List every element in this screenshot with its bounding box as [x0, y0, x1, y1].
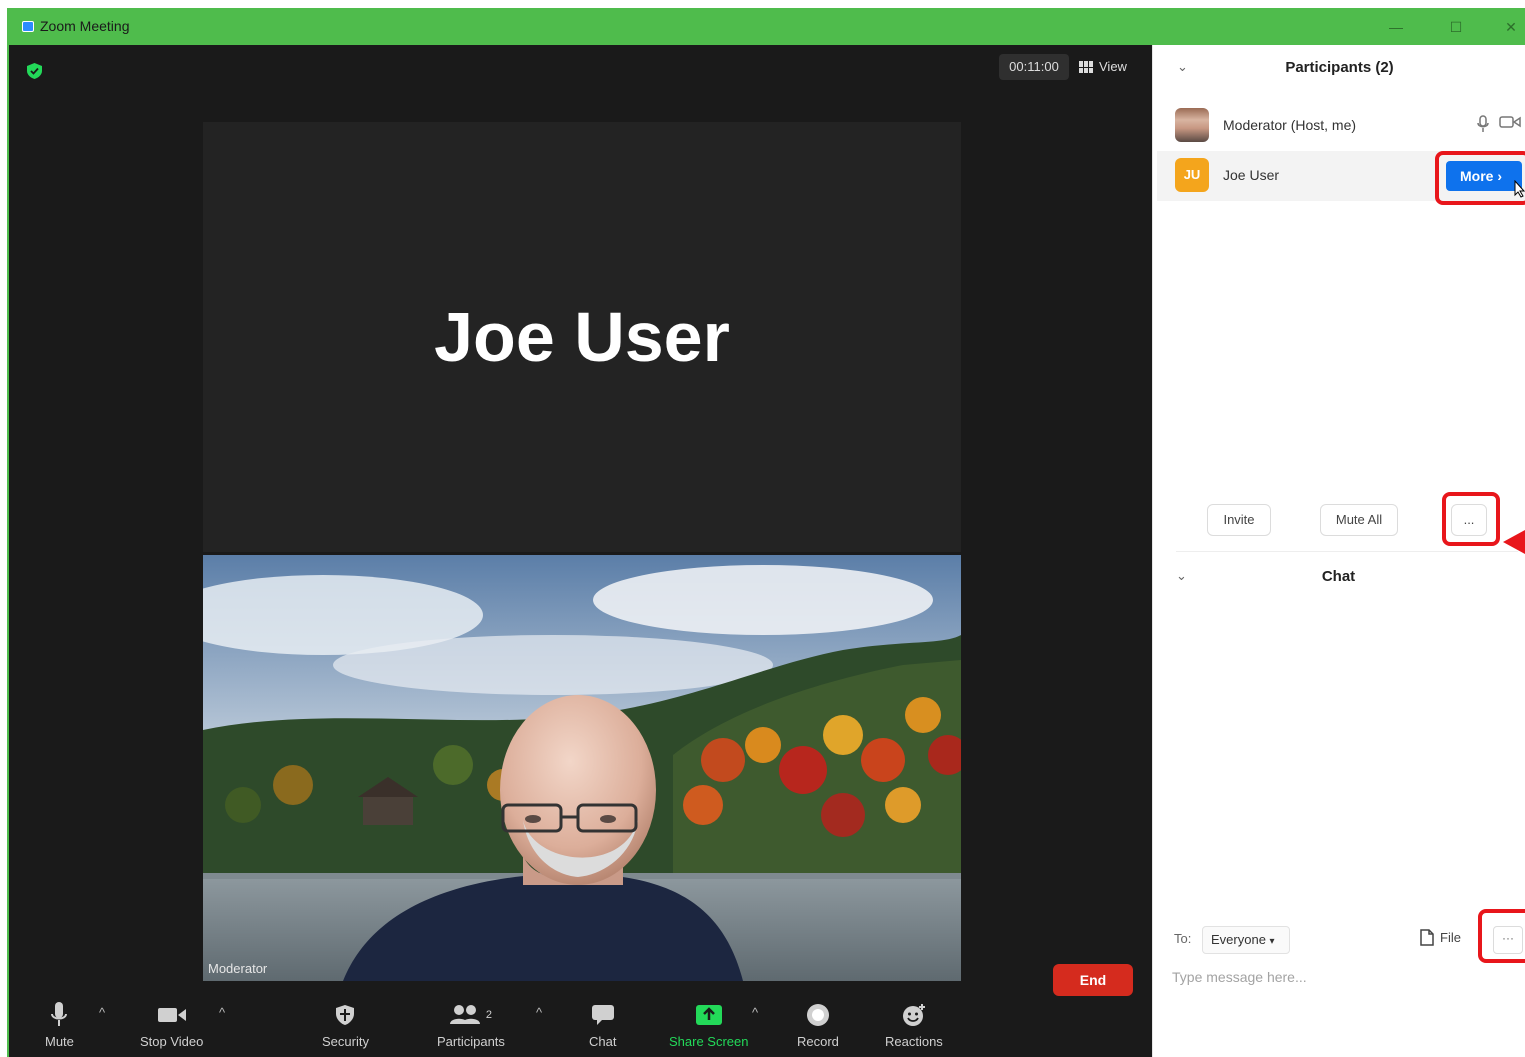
share-screen-button[interactable]: Share Screen [669, 999, 749, 1049]
participants-button[interactable]: 2 Participants [437, 999, 505, 1049]
participants-label: Participants [437, 1034, 505, 1049]
chat-bubble-icon [591, 999, 615, 1031]
file-icon [1420, 929, 1434, 946]
zoom-window: Zoom Meeting — ☐ ✕ 00:11:00 View Joe Use… [0, 0, 1525, 1057]
video-options-caret-icon[interactable]: ^ [219, 1005, 225, 1020]
chat-recipient-value: Everyone [1211, 932, 1266, 947]
encryption-shield-icon[interactable] [27, 63, 42, 79]
meeting-timer: 00:11:00 [999, 54, 1069, 80]
participant-name-display: Joe User [434, 298, 730, 376]
chat-to-label: To: [1174, 931, 1192, 946]
stop-video-button[interactable]: Stop Video [140, 999, 203, 1049]
record-icon [806, 999, 830, 1031]
participant-row[interactable]: Moderator (Host, me) [1157, 101, 1525, 151]
chevron-down-icon: ▾ [1269, 936, 1275, 947]
invite-button[interactable]: Invite [1207, 504, 1271, 536]
self-video-tile[interactable]: Moderator [203, 555, 961, 981]
window-title: Zoom Meeting [40, 18, 130, 34]
maximize-button[interactable]: ☐ [1443, 14, 1469, 40]
view-label: View [1099, 59, 1127, 74]
mute-all-button[interactable]: Mute All [1320, 504, 1398, 536]
chat-recipient-select[interactable]: Everyone ▾ [1202, 926, 1290, 954]
participants-options-caret-icon[interactable]: ^ [536, 1005, 542, 1020]
grid-view-icon [1079, 61, 1093, 73]
share-options-caret-icon[interactable]: ^ [752, 1005, 758, 1020]
video-camera-icon [1499, 116, 1521, 128]
security-label: Security [322, 1034, 369, 1049]
participant-status-icons [1477, 115, 1521, 133]
chat-file-button[interactable]: File [1420, 929, 1461, 946]
security-shield-icon [335, 999, 355, 1031]
highlight-box [1478, 909, 1525, 963]
zoom-app-icon [22, 21, 34, 32]
chat-title: Chat [1321, 568, 1356, 585]
share-screen-label: Share Screen [669, 1034, 749, 1049]
mute-label: Mute [45, 1034, 74, 1049]
end-meeting-button[interactable]: End [1053, 964, 1133, 996]
audio-options-caret-icon[interactable]: ^ [99, 1005, 105, 1020]
participants-count: 2 [485, 1009, 493, 1021]
mute-button[interactable]: Mute [45, 999, 74, 1049]
chat-label: Chat [589, 1034, 617, 1049]
video-feed-image [203, 555, 961, 981]
view-button[interactable]: View [1079, 54, 1127, 80]
record-button[interactable]: Record [797, 999, 839, 1049]
annotation-arrow-icon [1503, 530, 1525, 554]
chat-message-input[interactable] [1172, 962, 1512, 992]
avatar [1175, 108, 1209, 142]
share-screen-icon [695, 999, 723, 1031]
self-tile-name-label: Moderator [208, 961, 268, 976]
file-label: File [1440, 930, 1461, 945]
avatar: JU [1175, 158, 1209, 192]
microphone-icon [49, 999, 69, 1031]
participants-title: Participants (2) [1285, 59, 1394, 76]
record-label: Record [797, 1034, 839, 1049]
close-button[interactable]: ✕ [1498, 14, 1524, 40]
highlight-box [1442, 492, 1500, 546]
reactions-label: Reactions [885, 1034, 943, 1049]
security-button[interactable]: Security [322, 999, 369, 1049]
minimize-button[interactable]: — [1383, 14, 1409, 40]
participants-icon: 2 [449, 999, 493, 1031]
meeting-toolbar: Mute ^ Stop Video ^ Security 2 Participa… [9, 993, 1152, 1057]
panel-divider [1176, 551, 1518, 552]
meeting-area: 00:11:00 View Joe User Moderator Mute ^ … [9, 45, 1152, 1057]
participant-name: Joe User [1223, 167, 1280, 183]
chat-header: ⌄ Chat [1152, 568, 1525, 598]
microphone-icon [1477, 115, 1489, 132]
participants-header: ⌄ Participants (2) [1153, 59, 1525, 89]
highlight-box [1435, 151, 1525, 205]
mouse-cursor-icon [1514, 180, 1525, 198]
stop-video-label: Stop Video [140, 1034, 204, 1049]
reactions-button[interactable]: Reactions [885, 999, 943, 1049]
chat-button[interactable]: Chat [589, 999, 616, 1049]
participant-video-tile[interactable]: Joe User [203, 122, 961, 552]
participant-name: Moderator (Host, me) [1223, 117, 1357, 133]
reactions-emoji-icon [902, 999, 926, 1031]
title-bar: Zoom Meeting — ☐ ✕ [8, 8, 1525, 45]
video-camera-icon [157, 999, 187, 1031]
